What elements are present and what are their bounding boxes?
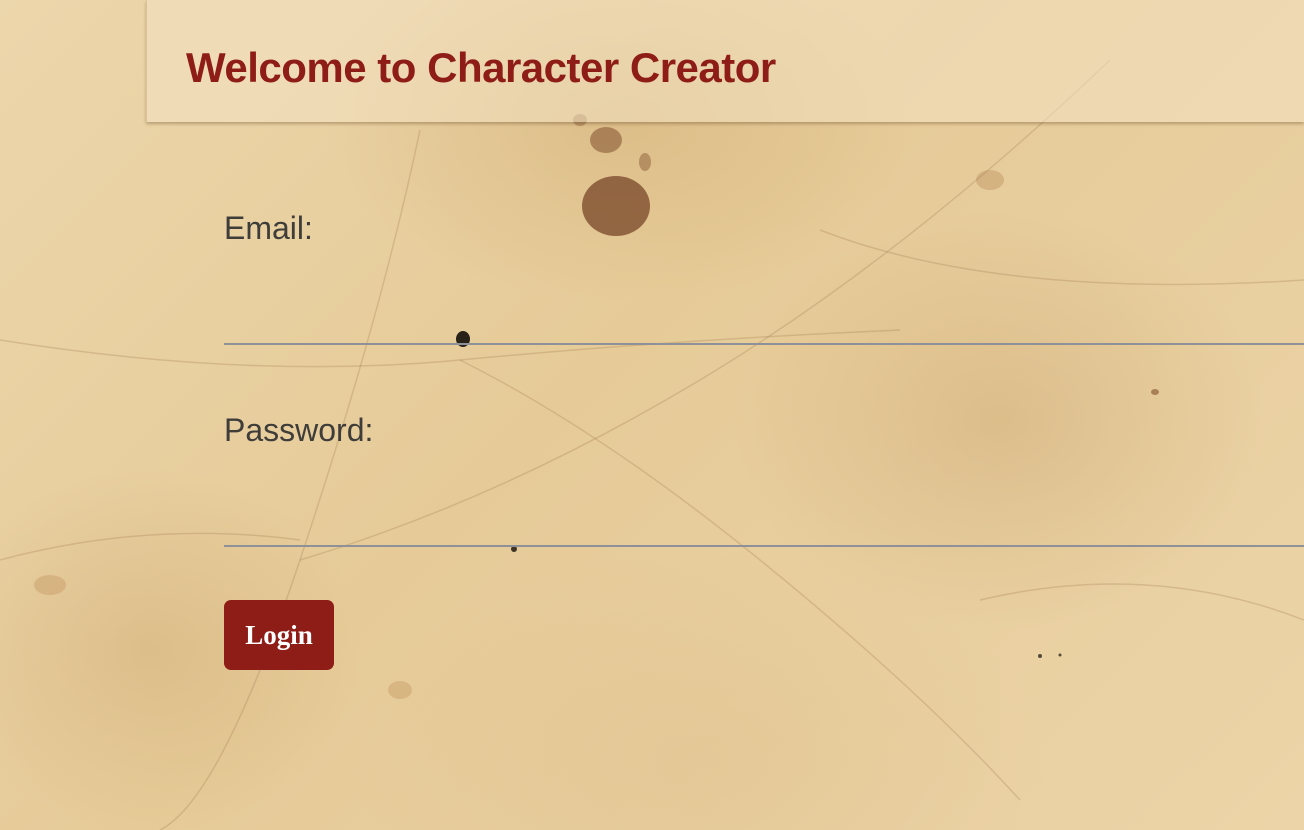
parchment-creases <box>0 59 1304 830</box>
password-label: Password: <box>224 412 374 448</box>
parchment-stains <box>34 114 1159 699</box>
login-button[interactable]: Login <box>224 600 334 670</box>
parchment-background <box>0 59 1304 830</box>
page-header: Welcome to Character Creator <box>146 0 1304 122</box>
page-title: Welcome to Character Creator <box>186 44 776 91</box>
email-label: Email: <box>224 210 313 246</box>
email-field[interactable] <box>224 301 1304 345</box>
password-field[interactable] <box>224 503 1304 547</box>
